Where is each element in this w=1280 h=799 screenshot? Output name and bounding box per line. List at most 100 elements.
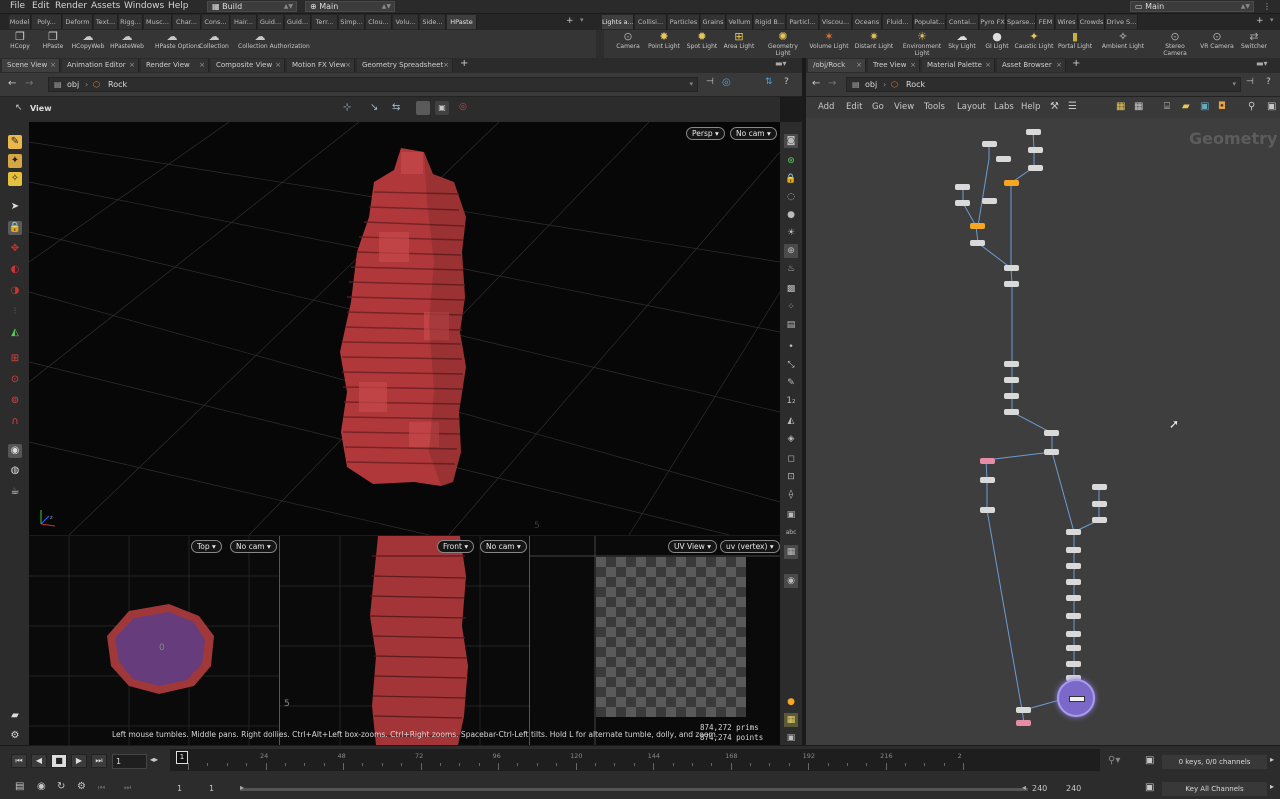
network-node[interactable] [1066,661,1081,667]
last-frame-button[interactable]: ⏭ [91,754,107,768]
network-node[interactable] [1016,720,1031,726]
shelf-tab[interactable]: Sparse... [1007,15,1036,29]
current-frame-field[interactable]: 1 [112,754,147,769]
back-arrow-icon[interactable]: ← [812,78,820,89]
network-node[interactable] [1066,613,1081,619]
light-tool-button[interactable]: ⊙ Camera [613,30,643,58]
network-node[interactable] [1004,393,1019,399]
close-icon[interactable]: × [856,59,862,72]
play-reverse-button[interactable]: ◀ [31,754,47,768]
search-icon[interactable]: ⚲ [1248,101,1255,112]
light-tool-button[interactable]: ⊞ Area Light [722,30,756,58]
network-node[interactable] [1028,165,1043,171]
shelf-tab[interactable]: FEM [1037,15,1055,29]
network-node[interactable] [1044,449,1059,455]
quad-view-icon[interactable]: ▦ [784,713,798,727]
window-handle-icon[interactable]: ⋮ [1263,0,1271,13]
network-node[interactable] [1004,180,1019,186]
network-node[interactable] [1026,129,1041,135]
light-tool-button[interactable]: ✧ Ambient Light [1100,30,1146,58]
tab-network-rock[interactable]: /obj/Rock × [808,59,866,72]
network-node[interactable] [1004,281,1019,287]
wrench-icon[interactable]: ⚒ [1050,101,1059,112]
shelf-tab[interactable]: Collisi... [635,15,667,29]
network-node[interactable] [1016,707,1031,713]
shelf-tab[interactable]: Volu... [393,15,419,29]
top-viewport[interactable]: 0 Top ▾ No cam ▾ [29,536,280,745]
shelf-tab[interactable]: Pyro FX [980,15,1006,29]
network-node[interactable] [1066,645,1081,651]
light-tool-button[interactable]: ⊙ VR Camera [1197,30,1237,58]
tab-material-palette[interactable]: Material Palette × [922,59,995,72]
snap-prim-icon[interactable]: ⊚ [8,394,22,408]
range-end-icon[interactable]: ⏭ [124,783,131,793]
light-tool-button[interactable]: ✷ Distant Light [853,30,895,58]
menu-go[interactable]: Go [872,102,884,112]
headlight-icon[interactable]: ⊕ [784,244,798,258]
shelf-tab[interactable]: Lights a... [602,15,634,29]
range-handle-left[interactable]: ▸ [240,783,244,792]
scope-icon[interactable]: ⚲▾ [1108,755,1120,766]
network-node[interactable] [1004,361,1019,367]
light-tool-button[interactable]: ✶ Volume Light [808,30,850,58]
network-node[interactable] [1092,501,1107,507]
light-tool-button[interactable]: ● GI Light [983,30,1011,58]
snap-grid-icon[interactable]: ⊞ [8,352,22,366]
shelf-tab[interactable]: Grains [701,15,726,29]
top-view-dropdown[interactable]: Top ▾ [191,540,222,553]
close-icon[interactable]: × [199,59,205,72]
light-bulb-icon[interactable]: ♨ [784,262,798,276]
sample-icon[interactable]: ⟠ [784,488,798,502]
background-icon[interactable]: ▩ [784,282,798,296]
network-node[interactable] [982,198,997,204]
shelf-tab[interactable]: Guid... [285,15,311,29]
note-icon[interactable]: ▰ [1182,101,1190,112]
light-tool-button[interactable]: ✺ Geometry Light [764,30,802,58]
menu-windows[interactable]: Windows [124,0,164,13]
snap-point-icon[interactable]: ⊙ [8,373,22,387]
shelf-tab[interactable]: Rigg... [119,15,143,29]
crop-icon[interactable]: ⊡ [784,470,798,484]
record-icon[interactable]: ◎ [459,102,467,112]
network-node[interactable] [1066,579,1081,585]
network-node[interactable] [1092,484,1107,490]
desktop-selector[interactable]: ▦ Build ▲▼ [207,1,297,12]
shelf-tab[interactable]: Musc... [144,15,172,29]
realtime-icon[interactable]: ◉ [37,781,46,792]
loop-icon[interactable]: ↻ [57,781,65,792]
close-icon[interactable]: × [345,59,351,72]
network-editor[interactable]: Geometry ➚ [806,118,1280,745]
close-icon[interactable]: × [50,59,56,72]
render-settings-icon[interactable]: ◉ [784,574,798,588]
network-node[interactable] [982,141,997,147]
chevron-down-icon[interactable]: ▾ [689,78,693,91]
network-node[interactable] [1066,631,1081,637]
menu-edit[interactable]: Edit [32,0,49,13]
path-field[interactable]: ▤ obj › ⬡ Rock ▾ [48,77,698,92]
range-slider[interactable] [240,788,1028,791]
pane-menu-icon[interactable]: ▬▾ [1256,59,1268,68]
front-view-dropdown[interactable]: Front ▾ [437,540,475,553]
shelf-tab[interactable]: Fluid... [883,15,913,29]
sync-icon[interactable]: ⇆ [392,102,400,113]
lock-camera-icon[interactable]: 🔒 [784,172,798,186]
tab-motion-fx-view[interactable]: Motion FX View × [287,59,355,72]
shelf-tab[interactable]: Wires [1056,15,1078,29]
pane-menu-icon[interactable]: ▬▾ [775,59,787,68]
front-camera-dropdown[interactable]: No cam ▾ [480,540,527,553]
settings-icon[interactable]: ⚙ [8,729,22,743]
play-button[interactable]: ▶ [71,754,87,768]
menu-net-help[interactable]: Help [1021,102,1040,112]
stop-button[interactable]: ■ [51,754,67,768]
network-node[interactable] [955,200,970,206]
tree-icon[interactable]: ⌸ [1164,101,1170,112]
shelf-right-menu-icon[interactable]: ▾ [1270,16,1274,24]
edge-icon[interactable]: ⤡ [784,358,798,372]
brush-tool-icon[interactable]: ✦ [8,154,22,168]
close-icon[interactable]: × [275,59,281,72]
first-frame-button[interactable]: ⏮ [11,754,27,768]
shelf-tab[interactable]: Vellum [727,15,753,29]
tab-geometry-spreadsheet[interactable]: Geometry Spreadsheet × [357,59,453,72]
grid-view-icon[interactable]: ▦ [1116,101,1125,112]
shelf-tab[interactable]: Model [9,15,31,29]
